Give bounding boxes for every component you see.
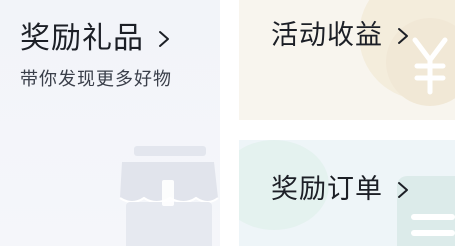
chevron-right-icon (398, 28, 408, 44)
reward-gifts-subtitle: 带你发现更多好物 (20, 69, 172, 90)
reward-entry-panel: 奖励礼品 带你发现更多好物 活动收益 奖励订单 (0, 0, 455, 246)
reward-orders-card[interactable]: 奖励订单 (239, 140, 455, 246)
activity-earnings-title-row: 活动收益 (271, 18, 411, 54)
reward-orders-title: 奖励订单 (271, 174, 383, 205)
chevron-right-icon (159, 31, 169, 47)
chevron-right-icon (398, 182, 408, 198)
reward-gifts-title-row: 奖励礼品 (20, 20, 172, 58)
shop-icon (119, 146, 219, 246)
activity-earnings-card[interactable]: 活动收益 (239, 0, 455, 120)
reward-gifts-title: 奖励礼品 (20, 21, 144, 56)
activity-earnings-title: 活动收益 (271, 20, 383, 51)
reward-gifts-card[interactable]: 奖励礼品 带你发现更多好物 (0, 0, 220, 246)
reward-orders-title-row: 奖励订单 (271, 172, 411, 208)
